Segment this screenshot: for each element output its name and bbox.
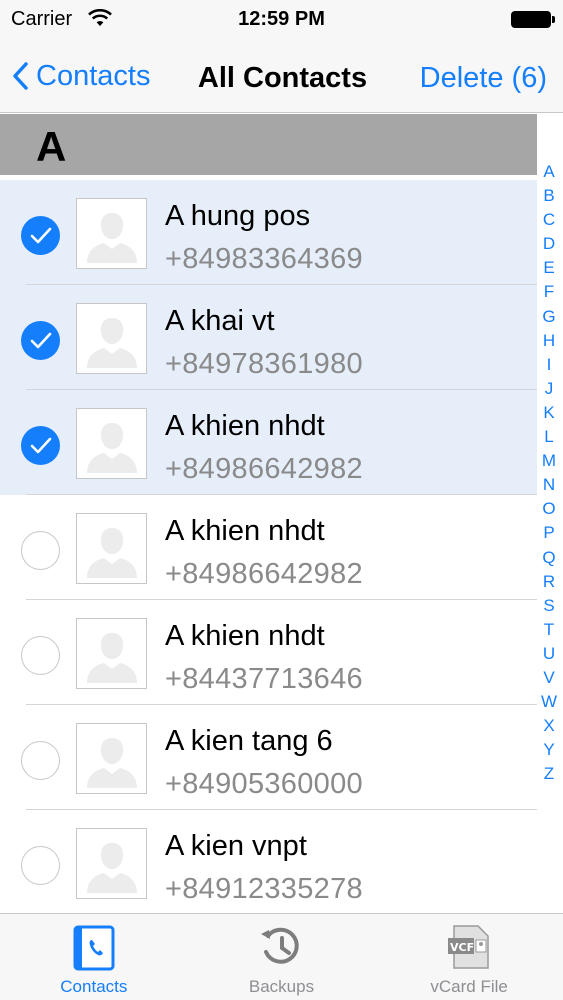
- chevron-left-icon: [13, 62, 28, 90]
- contact-row[interactable]: A kien vnpt +84912335278: [0, 810, 537, 913]
- back-button[interactable]: Contacts: [12, 54, 150, 98]
- index-letter[interactable]: S: [543, 594, 554, 618]
- contact-phone: +84983364369: [165, 243, 363, 275]
- contact-row[interactable]: A khai vt +84978361980: [0, 285, 537, 390]
- index-letter[interactable]: B: [543, 184, 554, 208]
- vcf-file-icon: VCF: [448, 925, 489, 969]
- back-button-label: Contacts: [36, 59, 151, 92]
- contact-avatar: [76, 828, 147, 899]
- contact-avatar: [76, 618, 147, 689]
- contact-placeholder-icon: [87, 738, 137, 788]
- index-letter[interactable]: W: [541, 690, 557, 714]
- contact-name: A khai vt: [165, 305, 275, 337]
- svg-text:VCF: VCF: [450, 941, 474, 954]
- index-letter[interactable]: J: [545, 377, 554, 401]
- status-bar: Carrier 12:59 PM: [0, 0, 563, 40]
- tab-vcard-file-label: vCard File: [430, 977, 508, 996]
- index-letter[interactable]: E: [543, 256, 554, 280]
- tab-contacts-label: Contacts: [60, 977, 128, 996]
- index-letter[interactable]: O: [542, 497, 555, 521]
- contact-row[interactable]: A khien nhdt +84986642982: [0, 390, 537, 495]
- battery-icon: [511, 11, 555, 28]
- contact-avatar: [76, 198, 147, 269]
- index-letter[interactable]: I: [547, 353, 552, 377]
- tab-backups[interactable]: Backups: [188, 914, 376, 1000]
- index-letter[interactable]: D: [543, 232, 555, 256]
- contact-name: A kien tang 6: [165, 725, 333, 757]
- index-letter[interactable]: F: [544, 280, 554, 304]
- tab-contacts[interactable]: Contacts: [0, 914, 188, 1000]
- checkmark-icon: [30, 227, 52, 244]
- navigation-bar: Contacts All Contacts Delete (6): [0, 40, 563, 113]
- section-header: A: [0, 114, 537, 175]
- index-letter[interactable]: Q: [542, 546, 555, 570]
- unselected-checkbox[interactable]: [21, 846, 60, 885]
- contact-row[interactable]: A khien nhdt +84986642982: [0, 495, 537, 600]
- checkmark-icon: [30, 437, 52, 454]
- index-letter[interactable]: R: [543, 570, 555, 594]
- status-time: 12:59 PM: [238, 8, 325, 30]
- tab-bar: Contacts Backups VCF vCard File: [0, 913, 563, 1000]
- contact-row[interactable]: A hung pos +84983364369: [0, 180, 537, 285]
- index-letter[interactable]: H: [543, 329, 555, 353]
- section-letter: A: [36, 123, 67, 170]
- index-letter[interactable]: X: [543, 714, 554, 738]
- selected-checkbox[interactable]: [21, 321, 60, 360]
- index-letter[interactable]: G: [542, 305, 555, 329]
- index-letter[interactable]: L: [544, 425, 553, 449]
- contact-phone: +84978361980: [165, 348, 363, 380]
- tab-vcard-file[interactable]: VCF vCard File: [375, 914, 563, 1000]
- index-letter[interactable]: N: [543, 473, 555, 497]
- unselected-checkbox[interactable]: [21, 636, 60, 675]
- index-letter[interactable]: U: [543, 642, 555, 666]
- contact-name: A kien vnpt: [165, 830, 307, 862]
- index-letter[interactable]: P: [543, 521, 554, 545]
- unselected-checkbox[interactable]: [21, 741, 60, 780]
- contact-name: A khien nhdt: [165, 515, 325, 547]
- contact-phone: +84437713646: [165, 663, 363, 695]
- tab-backups-label: Backups: [248, 977, 315, 996]
- contact-placeholder-icon: [87, 423, 137, 473]
- selected-checkbox[interactable]: [21, 216, 60, 255]
- contact-name: A hung pos: [165, 200, 311, 232]
- contact-list[interactable]: A hung pos +84983364369 A khai vt +84978361…: [0, 180, 537, 913]
- alphabet-index[interactable]: ABCDEFGHIJKLMNOPQRSTUVWXYZ: [537, 160, 561, 790]
- contact-placeholder-icon: [87, 843, 137, 893]
- contact-phone: +84912335278: [165, 873, 363, 905]
- contact-placeholder-icon: [87, 633, 137, 683]
- index-letter[interactable]: T: [544, 618, 554, 642]
- contact-name: A khien nhdt: [165, 410, 325, 442]
- checkmark-icon: [30, 332, 52, 349]
- contact-avatar: [76, 513, 147, 584]
- selected-checkbox[interactable]: [21, 426, 60, 465]
- index-letter[interactable]: Z: [544, 762, 554, 786]
- contact-placeholder-icon: [87, 318, 137, 368]
- contact-avatar: [76, 723, 147, 794]
- contact-placeholder-icon: [87, 213, 137, 263]
- delete-button[interactable]: Delete (6): [420, 62, 547, 95]
- contact-name: A khien nhdt: [165, 620, 325, 652]
- contact-phone: +84905360000: [165, 768, 363, 800]
- index-letter[interactable]: M: [542, 449, 556, 473]
- index-letter[interactable]: K: [543, 401, 554, 425]
- contact-phone: +84986642982: [165, 453, 363, 485]
- contact-row[interactable]: A khien nhdt +84437713646: [0, 600, 537, 705]
- index-letter[interactable]: Y: [543, 738, 554, 762]
- unselected-checkbox[interactable]: [21, 531, 60, 570]
- contact-avatar: [76, 408, 147, 479]
- contact-phone: +84986642982: [165, 558, 363, 590]
- index-letter[interactable]: A: [543, 160, 554, 184]
- contact-row[interactable]: A kien tang 6 +84905360000: [0, 705, 537, 810]
- contacts-book-icon: [73, 925, 115, 971]
- index-letter[interactable]: C: [543, 208, 555, 232]
- index-letter[interactable]: V: [543, 666, 554, 690]
- contact-placeholder-icon: [87, 528, 137, 578]
- history-clock-icon: [261, 927, 300, 964]
- contact-avatar: [76, 303, 147, 374]
